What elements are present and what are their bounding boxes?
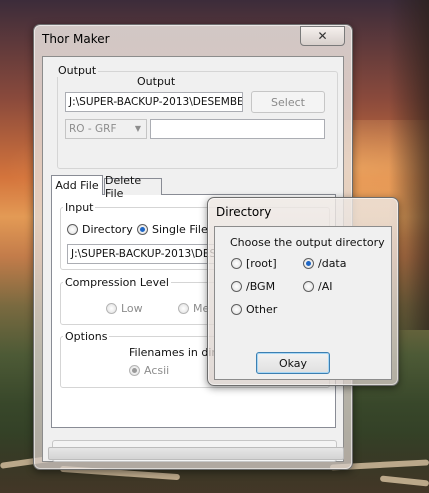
output-path-field[interactable]: J:\SUPER-BACKUP-2013\DESEMBER [65,92,243,112]
radio-indicator [129,365,140,376]
other-radio[interactable]: Other [231,303,277,316]
medium-radio[interactable]: Me [178,302,209,315]
single-file-radio-label: Single File [152,223,208,236]
low-radio[interactable]: Low [106,302,143,315]
radio-indicator [231,304,242,315]
root-radio[interactable]: [root] [231,257,277,270]
single-file-radio[interactable]: Single File [137,223,208,236]
close-button[interactable]: ✕ [300,26,345,46]
window-title: Thor Maker [42,32,110,46]
radio-indicator [106,303,117,314]
bgm-radio[interactable]: /BGM [231,280,275,293]
ascii-radio-label: Acsii [144,364,170,377]
dialog-client: Choose the output directory [root] /data… [214,226,392,380]
close-icon: ✕ [317,29,328,43]
output-group-label: Output [56,64,99,77]
directory-radio-label: Directory [82,223,133,236]
radio-indicator [303,258,314,269]
radio-indicator [178,303,189,314]
okay-button[interactable]: Okay [256,352,330,374]
directory-radio[interactable]: Directory [67,223,133,236]
radio-indicator [231,258,242,269]
dialog-title: Directory [216,205,272,219]
ai-radio-label: /AI [318,280,333,293]
root-radio-label: [root] [246,257,277,270]
output-sub-label: Output [137,75,176,88]
progress-bar [48,447,344,460]
low-radio-label: Low [121,302,143,315]
radio-indicator [303,281,314,292]
input-group-label: Input [63,201,96,214]
format-select[interactable]: RO - GRF ▼ [65,119,147,139]
tab-add-file[interactable]: Add File [51,175,103,195]
output-extra-field[interactable] [150,119,325,139]
format-select-value: RO - GRF [69,123,117,135]
tab-delete-file[interactable]: Delete File [104,174,162,200]
dialog-prompt: Choose the output directory [230,236,385,249]
ascii-radio[interactable]: Acsii [129,364,169,377]
directory-dialog: Directory Choose the output directory [r… [207,197,399,386]
data-radio[interactable]: /data [303,257,346,270]
chevron-down-icon: ▼ [134,124,141,133]
radio-indicator [137,224,148,235]
bgm-radio-label: /BGM [246,280,276,293]
select-button[interactable]: Select [251,91,325,113]
input-path-field[interactable]: J:\SUPER-BACKUP-2013\DES [67,244,217,264]
ai-radio[interactable]: /AI [303,280,332,293]
radio-indicator [67,224,78,235]
data-radio-label: /data [318,257,347,270]
options-group-label: Options [63,330,110,343]
radio-indicator [231,281,242,292]
compression-group-label: Compression Level [63,276,171,289]
other-radio-label: Other [246,303,278,316]
